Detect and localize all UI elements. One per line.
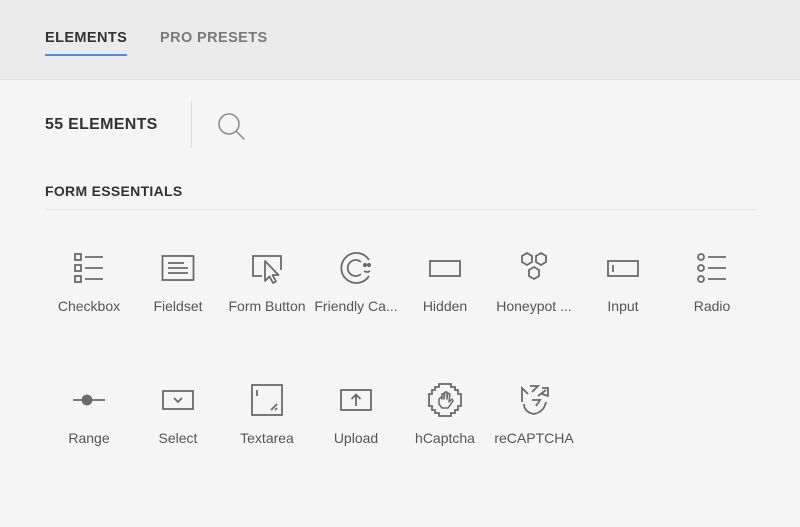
element-label: Input xyxy=(607,298,639,314)
radio-icon xyxy=(697,253,726,283)
element-friendly-captcha[interactable]: Friendly Ca... xyxy=(312,250,400,330)
element-label: Friendly Ca... xyxy=(314,298,398,314)
element-radio[interactable]: Radio xyxy=(668,250,756,330)
honeypot-icon xyxy=(521,251,547,281)
element-upload[interactable]: Upload xyxy=(312,382,400,462)
checkbox-icon xyxy=(74,253,103,283)
element-label: Range xyxy=(68,430,110,446)
element-label: reCAPTCHA xyxy=(494,430,574,446)
element-label: Hidden xyxy=(422,298,468,314)
element-label: hCaptcha xyxy=(415,430,475,446)
recaptcha-icon xyxy=(521,385,549,415)
input-icon xyxy=(607,260,639,277)
element-label: Fieldset xyxy=(153,298,203,314)
upload-icon xyxy=(340,389,372,411)
element-recaptcha[interactable]: reCAPTCHA xyxy=(490,382,578,462)
tab-elements[interactable]: ELEMENTS xyxy=(45,30,128,56)
element-label: Upload xyxy=(333,430,379,446)
hidden-icon xyxy=(429,260,461,277)
element-label: Checkbox xyxy=(57,298,121,314)
range-icon xyxy=(73,394,105,406)
element-label: Textarea xyxy=(240,430,294,446)
section-divider xyxy=(45,209,756,210)
section-title: FORM ESSENTIALS xyxy=(45,183,183,199)
element-fieldset[interactable]: Fieldset xyxy=(134,250,222,330)
element-label: Radio xyxy=(693,298,731,314)
select-icon xyxy=(162,390,194,410)
tab-pro-presets[interactable]: PRO PRESETS xyxy=(160,30,268,46)
search-icon[interactable] xyxy=(216,111,246,141)
form-button-icon xyxy=(252,255,282,284)
element-textarea[interactable]: Textarea xyxy=(223,382,311,462)
element-input[interactable]: Input xyxy=(579,250,667,330)
fieldset-icon xyxy=(161,255,195,281)
element-label: Select xyxy=(158,430,198,446)
element-checkbox[interactable]: Checkbox xyxy=(45,250,133,330)
element-form-button[interactable]: Form Button xyxy=(223,250,311,330)
element-hidden[interactable]: Hidden xyxy=(401,250,489,330)
header-divider xyxy=(191,101,192,148)
element-hcaptcha[interactable]: hCaptcha xyxy=(401,382,489,462)
elements-header: 55 ELEMENTS xyxy=(0,101,800,149)
elements-count: 55 ELEMENTS xyxy=(45,116,158,133)
element-honeypot[interactable]: Honeypot ... xyxy=(490,250,578,330)
element-label: Form Button xyxy=(228,298,306,314)
element-range[interactable]: Range xyxy=(45,382,133,462)
friendly-captcha-icon xyxy=(340,252,372,284)
element-label: Honeypot ... xyxy=(496,298,572,314)
element-select[interactable]: Select xyxy=(134,382,222,462)
textarea-icon xyxy=(251,384,283,416)
tab-bar: ELEMENTS PRO PRESETS xyxy=(0,0,800,80)
hcaptcha-icon xyxy=(428,383,462,417)
